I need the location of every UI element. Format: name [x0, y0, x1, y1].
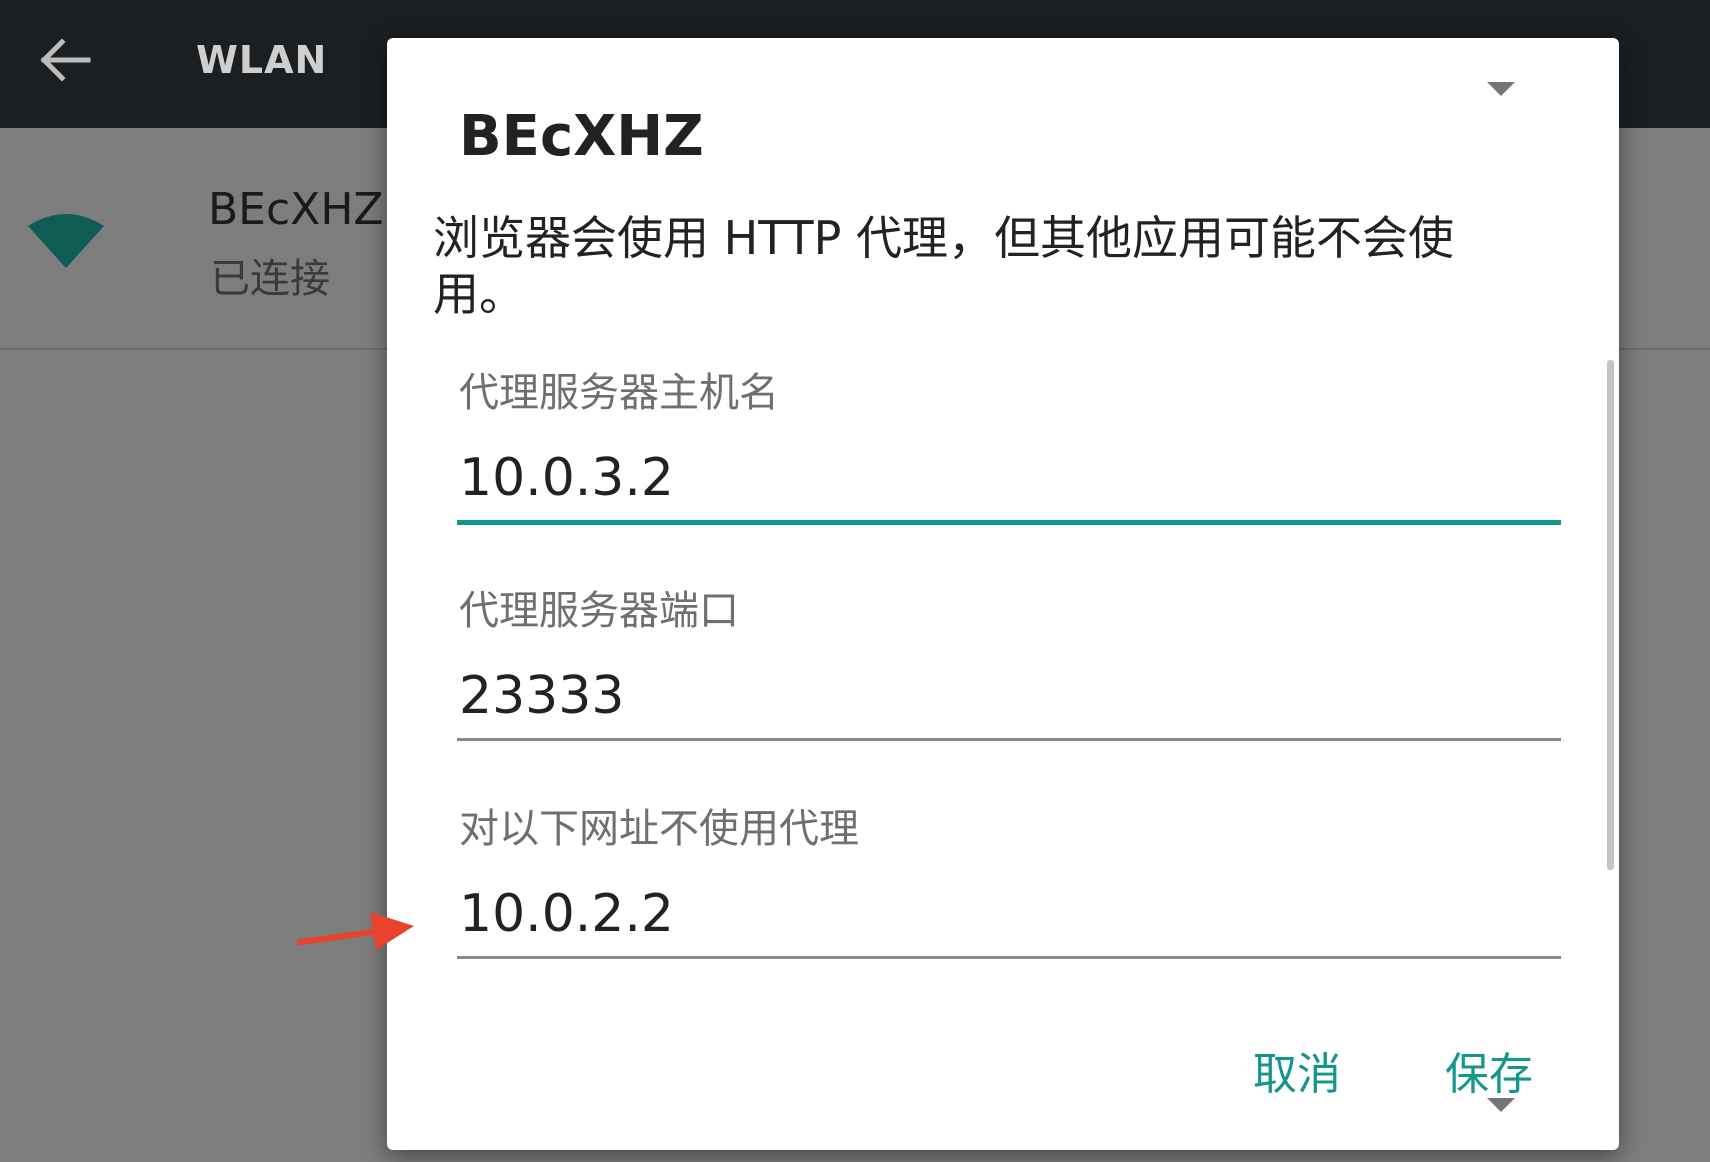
proxy-hostname-underline — [457, 520, 1561, 525]
proxy-port-label: 代理服务器端口 — [459, 588, 739, 634]
screen: WLAN BEcXHZ 已连接 BEcXHZ 浏览器会使用 HTTP 代理，但其… — [0, 0, 1710, 1162]
dialog-message: 浏览器会使用 HTTP 代理，但其他应用可能不会使用。 — [433, 211, 1454, 321]
proxy-hostname-input[interactable] — [457, 448, 1565, 508]
proxy-hostname-label: 代理服务器主机名 — [459, 370, 779, 416]
network-name: BEcXHZ — [208, 184, 384, 235]
save-button[interactable]: 保存 — [1445, 1038, 1533, 1102]
proxy-bypass-label: 对以下网址不使用代理 — [459, 806, 859, 852]
proxy-port-input[interactable] — [457, 666, 1565, 726]
wifi-signal-icon — [28, 214, 104, 268]
red-arrow-icon — [297, 912, 414, 950]
dialog-title: BEcXHZ — [459, 104, 704, 169]
scroll-down-indicator-icon — [1487, 1098, 1515, 1112]
network-status: 已连接 — [210, 256, 330, 302]
arrow-left-icon[interactable] — [36, 36, 92, 84]
dialog-scrollbar[interactable] — [1607, 360, 1614, 870]
scroll-up-indicator-icon — [1487, 82, 1515, 96]
proxy-bypass-underline — [457, 956, 1561, 959]
toolbar-title: WLAN — [196, 38, 328, 82]
proxy-port-underline — [457, 738, 1561, 741]
proxy-dialog: BEcXHZ 浏览器会使用 HTTP 代理，但其他应用可能不会使用。 代理服务器… — [387, 38, 1619, 1150]
cancel-button[interactable]: 取消 — [1253, 1038, 1341, 1102]
proxy-bypass-input[interactable] — [457, 884, 1565, 944]
